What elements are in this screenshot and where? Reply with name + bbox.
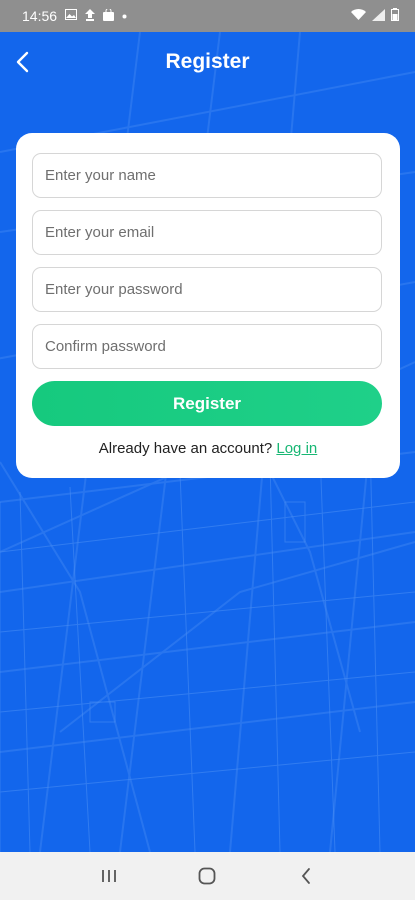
nav-bar (0, 852, 415, 900)
confirm-password-input[interactable] (32, 324, 382, 369)
register-button[interactable]: Register (32, 381, 382, 426)
login-prompt: Already have an account? (98, 440, 273, 457)
battery-icon (391, 8, 399, 24)
password-input[interactable] (32, 267, 382, 312)
login-row: Already have an account? Log in (32, 440, 384, 457)
app-header: Register (0, 32, 415, 94)
status-right (351, 8, 399, 24)
status-bar: 14:56 (0, 0, 415, 32)
status-time: 14:56 (22, 8, 58, 24)
image-icon (65, 9, 78, 23)
bag-icon (103, 7, 115, 24)
home-button[interactable] (187, 856, 227, 896)
back-icon (301, 868, 310, 884)
email-input[interactable] (32, 210, 382, 255)
register-card: Register Already have an account? Log in (16, 133, 400, 478)
recent-apps-button[interactable] (89, 856, 129, 896)
status-left: 14:56 (22, 7, 127, 24)
page-title: Register (165, 50, 250, 73)
name-input[interactable] (32, 153, 382, 198)
signal-icon (372, 8, 385, 24)
app-area: Register Register Already have an accoun… (0, 32, 415, 852)
recent-apps-icon (102, 870, 117, 882)
login-link[interactable]: Log in (276, 440, 317, 457)
dot-icon (122, 11, 127, 22)
upload-icon (85, 8, 96, 24)
nav-back-button[interactable] (286, 856, 326, 896)
home-icon (199, 867, 216, 885)
wifi-icon (351, 8, 366, 24)
